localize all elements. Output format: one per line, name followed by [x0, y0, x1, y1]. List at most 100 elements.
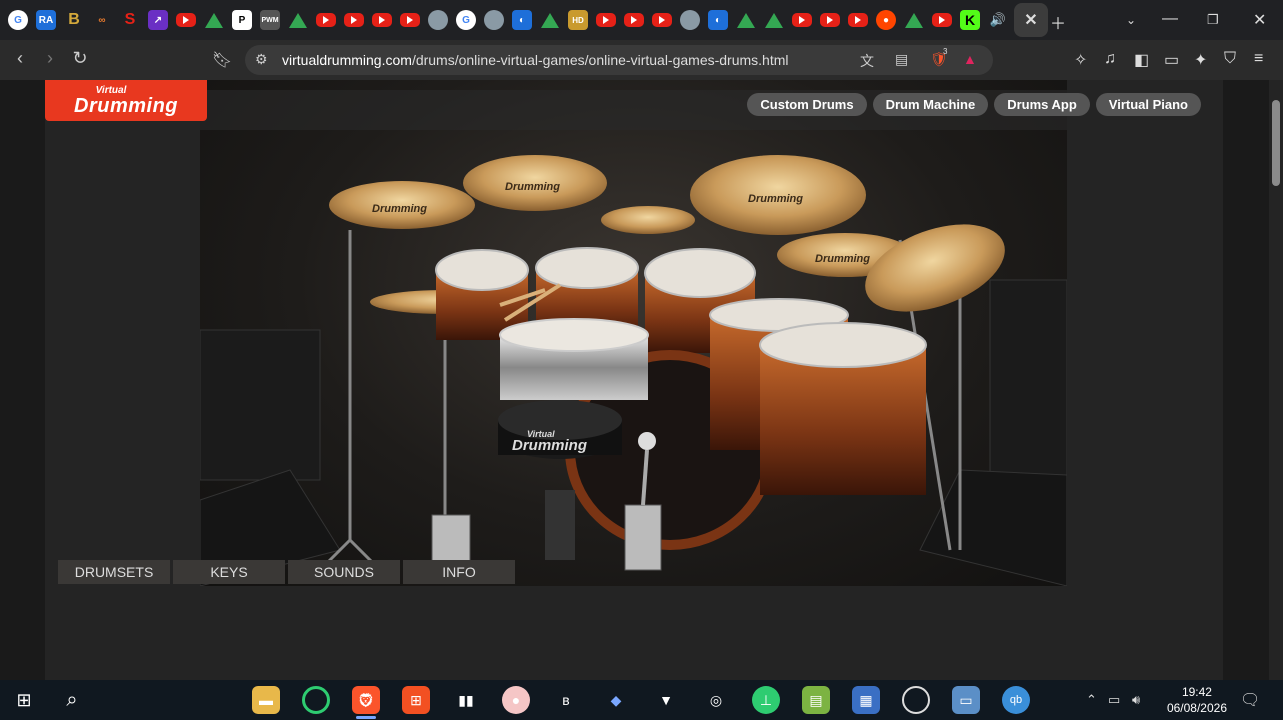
- youtube-tab-icon[interactable]: [792, 13, 812, 27]
- audio-app-icon[interactable]: ▮▮: [452, 686, 480, 714]
- drive-tab-icon[interactable]: [540, 10, 560, 30]
- bookmark-icon[interactable]: 🔖︎: [210, 50, 234, 70]
- drive-tab-icon[interactable]: [288, 10, 308, 30]
- google-tab-icon[interactable]: G: [8, 10, 28, 30]
- menu-icon[interactable]: ≡: [1254, 50, 1263, 68]
- youtube-tab-icon[interactable]: [848, 13, 868, 27]
- drums-app-link[interactable]: Drums App: [994, 93, 1090, 116]
- volume-icon[interactable]: 🔊︎: [1132, 692, 1140, 708]
- notifications-icon[interactable]: 🗨︎: [1240, 690, 1260, 710]
- drum-kit-illustration: Drumming Drumming Drumming Drumming Virt…: [200, 90, 1067, 586]
- archive-app-icon[interactable]: ▤: [802, 686, 830, 714]
- tab-keys[interactable]: KEYS: [173, 560, 285, 584]
- gamepad-icon[interactable]: ◎: [702, 686, 730, 714]
- custom-drums-link[interactable]: Custom Drums: [747, 93, 867, 116]
- brave-browser-icon[interactable]: 🦁︎: [352, 686, 380, 719]
- vpn-shield-icon[interactable]: ⛉: [1224, 50, 1236, 68]
- blue-tab-icon[interactable]: ◐: [708, 10, 728, 30]
- drive-tab-icon[interactable]: [204, 10, 224, 30]
- url-text[interactable]: virtualdrumming.com/drums/online-virtual…: [282, 52, 789, 68]
- drive-tab-icon[interactable]: [904, 10, 924, 30]
- pig-app-icon[interactable]: ●: [502, 686, 530, 714]
- purple-tab-icon[interactable]: ↗: [148, 10, 168, 30]
- youtube-tab-icon[interactable]: [372, 13, 392, 27]
- clock-date: 06/08/2026: [1166, 701, 1227, 715]
- youtube-tab-icon[interactable]: [400, 13, 420, 27]
- qbittorrent-icon[interactable]: qb: [1002, 686, 1030, 714]
- wallet-icon[interactable]: ▭: [1164, 50, 1179, 70]
- youtube-tab-icon[interactable]: [932, 13, 952, 27]
- google-tab-icon[interactable]: G: [456, 10, 476, 30]
- drive-tab-icon[interactable]: [764, 10, 784, 30]
- youtube-tab-icon[interactable]: [596, 13, 616, 27]
- blue-tab-icon[interactable]: ◐: [512, 10, 532, 30]
- mask-app-icon[interactable]: ▼: [652, 686, 680, 714]
- leo-ai-icon[interactable]: ✦: [1194, 50, 1207, 70]
- sidebar-icon[interactable]: ◧: [1134, 50, 1149, 70]
- bee-app-icon[interactable]: ʙ: [552, 686, 580, 714]
- calendar-app-icon[interactable]: ▦: [852, 686, 880, 714]
- kick-tab-icon[interactable]: K: [960, 10, 980, 30]
- new-tab-icon[interactable]: ＋: [1050, 10, 1066, 34]
- translate-icon[interactable]: 文: [860, 51, 874, 71]
- back-icon[interactable]: ‹: [8, 48, 32, 69]
- clock-time: 19:42: [1181, 685, 1212, 699]
- restore-icon[interactable]: ❐: [1207, 12, 1219, 28]
- speaker-tab-icon[interactable]: 🔊: [988, 10, 1008, 30]
- drum-machine-link[interactable]: Drum Machine: [872, 93, 989, 116]
- s-tab-icon[interactable]: S: [120, 10, 140, 30]
- site-info-icon[interactable]: ⚙︎: [255, 51, 268, 68]
- windows-start-icon[interactable]: ⊞: [10, 686, 38, 714]
- site-logo[interactable]: Virtual Drumming: [45, 80, 207, 121]
- microsoft-store-icon[interactable]: ⊞: [402, 686, 430, 714]
- link-tab-icon[interactable]: ∞: [92, 10, 112, 30]
- file-explorer-icon[interactable]: ▬: [252, 686, 280, 714]
- tab-sounds[interactable]: SOUNDS: [288, 560, 400, 584]
- tab-search-chevron-icon[interactable]: ⌄: [1126, 13, 1136, 27]
- scrollbar-thumb[interactable]: [1272, 100, 1280, 186]
- drum-kit-stage: Drumming Drumming Drumming Drumming Virt…: [200, 80, 1067, 586]
- cat-tab-icon[interactable]: [680, 10, 700, 30]
- network-icon[interactable]: ▭: [1108, 692, 1120, 708]
- minimize-icon[interactable]: —: [1162, 10, 1178, 28]
- hd-tab-icon[interactable]: HD: [568, 10, 588, 30]
- window-app-icon[interactable]: ▭: [952, 686, 980, 714]
- pwm-tab-icon[interactable]: PWM: [260, 10, 280, 30]
- cat-tab-icon[interactable]: [484, 10, 504, 30]
- logo-line1: Virtual: [95, 84, 127, 96]
- cat-tab-icon[interactable]: [428, 10, 448, 30]
- virtual-piano-link[interactable]: Virtual Piano: [1095, 93, 1201, 116]
- opera-icon[interactable]: [302, 686, 330, 714]
- system-clock[interactable]: 19:42 06/08/2026: [1167, 684, 1227, 716]
- youtube-tab-icon[interactable]: [316, 13, 336, 27]
- search-icon[interactable]: ⌕: [58, 686, 86, 714]
- youtube-tab-icon[interactable]: [344, 13, 364, 27]
- forward-icon[interactable]: ›: [38, 48, 62, 69]
- cymbal-brand-label: Drumming: [748, 193, 803, 205]
- youtube-tab-icon[interactable]: [624, 13, 644, 27]
- media-icon[interactable]: ♫: [1104, 50, 1116, 68]
- youtube-tab-icon[interactable]: [820, 13, 840, 27]
- drive-tab-icon[interactable]: [736, 10, 756, 30]
- page-scrollbar[interactable]: [1269, 80, 1283, 680]
- extensions-icon[interactable]: ✧: [1074, 50, 1087, 70]
- brave-rewards-icon[interactable]: ▲: [963, 51, 977, 67]
- reload-icon[interactable]: ↻: [68, 48, 92, 69]
- tray-overflow-icon[interactable]: ⌃: [1086, 692, 1097, 708]
- reddit-tab-icon[interactable]: ●: [876, 10, 896, 30]
- ra-tab-icon[interactable]: RA: [36, 10, 56, 30]
- youtube-tab-icon[interactable]: [176, 13, 196, 27]
- green-circle-app-icon[interactable]: ⊥: [752, 686, 780, 714]
- bold-b-tab-icon[interactable]: B: [64, 10, 84, 30]
- patreon-tab-icon[interactable]: P: [232, 10, 252, 30]
- tab-info[interactable]: INFO: [403, 560, 515, 584]
- reader-mode-icon[interactable]: ▤: [895, 51, 908, 68]
- youtube-tab-icon[interactable]: [652, 13, 672, 27]
- active-tab-close-icon[interactable]: ✕: [1014, 3, 1048, 37]
- obs-icon[interactable]: [902, 686, 930, 714]
- tab-drumsets[interactable]: DRUMSETS: [58, 560, 170, 584]
- close-window-icon[interactable]: ✕: [1253, 10, 1266, 30]
- diamond-app-icon[interactable]: ◆: [602, 686, 630, 714]
- throne-text-line2: Drumming: [512, 437, 587, 454]
- address-bar[interactable]: ⚙︎ virtualdrumming.com/drums/online-virt…: [245, 45, 993, 75]
